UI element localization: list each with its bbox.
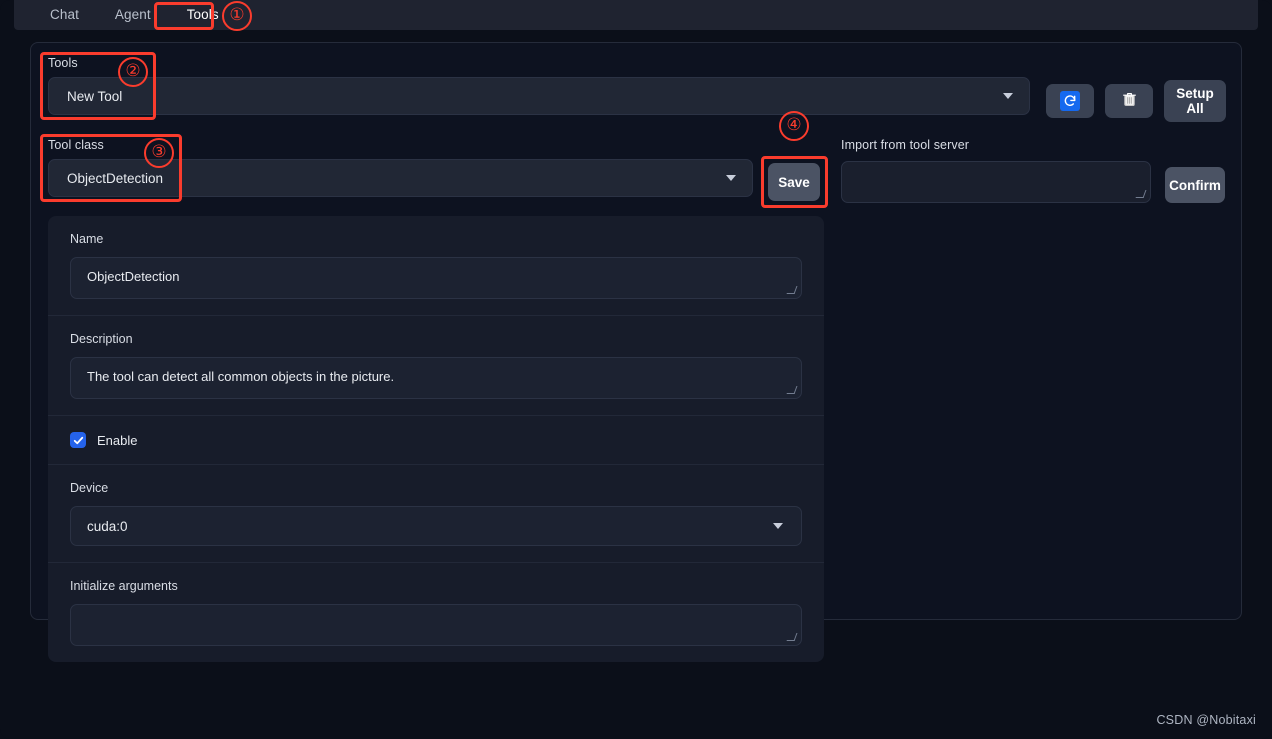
name-input[interactable]: ObjectDetection — [70, 257, 802, 299]
device-label: Device — [70, 481, 109, 495]
tab-agent[interactable]: Agent — [97, 2, 169, 28]
import-label: Import from tool server — [841, 138, 970, 152]
tab-tools[interactable]: Tools — [169, 2, 237, 28]
device-select[interactable]: cuda:0 — [70, 506, 802, 546]
enable-label: Enable — [97, 432, 138, 448]
resize-handle-icon[interactable] — [789, 387, 798, 396]
name-value: ObjectDetection — [87, 269, 180, 284]
init-args-label: Initialize arguments — [70, 579, 178, 593]
init-args-input[interactable] — [70, 604, 802, 646]
chevron-down-icon — [1003, 93, 1013, 99]
watermark: CSDN @Nobitaxi — [1156, 713, 1256, 727]
resize-handle-icon[interactable] — [1138, 191, 1147, 200]
tab-bar: Chat Agent Tools — [14, 0, 1258, 30]
device-value: cuda:0 — [87, 518, 128, 534]
setup-all-button[interactable]: Setup All — [1164, 80, 1226, 122]
trash-icon — [1122, 91, 1137, 112]
chevron-down-icon — [726, 175, 736, 181]
name-row: Name ObjectDetection — [48, 216, 824, 315]
tools-select-group: Tools New Tool — [48, 56, 1030, 115]
name-label: Name — [70, 232, 104, 246]
refresh-button[interactable] — [1046, 84, 1094, 118]
chevron-down-icon — [773, 523, 783, 529]
init-args-row: Initialize arguments — [48, 562, 824, 662]
tools-select[interactable]: New Tool — [48, 77, 1030, 115]
enable-checkbox[interactable] — [70, 432, 86, 448]
tool-config-form: Name ObjectDetection Description The too… — [48, 216, 824, 662]
tool-class-select-value: ObjectDetection — [67, 170, 164, 186]
setup-all-line1: Setup — [1176, 86, 1214, 101]
resize-handle-icon[interactable] — [789, 634, 798, 643]
tool-class-select[interactable]: ObjectDetection — [48, 159, 753, 197]
confirm-button[interactable]: Confirm — [1165, 167, 1225, 203]
import-input[interactable] — [841, 161, 1151, 203]
delete-button[interactable] — [1105, 84, 1153, 118]
description-value: The tool can detect all common objects i… — [87, 369, 395, 384]
description-label: Description — [70, 332, 133, 346]
tools-label: Tools — [48, 56, 78, 70]
tab-chat[interactable]: Chat — [32, 2, 97, 28]
import-tool-server-group: Import from tool server — [841, 138, 1151, 203]
tool-class-group: Tool class ObjectDetection — [48, 138, 753, 197]
device-row: Device cuda:0 — [48, 464, 824, 562]
app-window: Chat Agent Tools Tools New Tool Setup Al… — [0, 0, 1272, 739]
setup-all-line2: All — [1186, 101, 1204, 116]
save-button[interactable]: Save — [768, 163, 820, 201]
tool-class-label: Tool class — [48, 138, 104, 152]
enable-checkbox-group[interactable]: Enable — [70, 432, 802, 448]
tools-select-value: New Tool — [67, 88, 123, 104]
resize-handle-icon[interactable] — [789, 287, 798, 296]
refresh-icon — [1060, 91, 1080, 111]
description-input[interactable]: The tool can detect all common objects i… — [70, 357, 802, 399]
description-row: Description The tool can detect all comm… — [48, 315, 824, 415]
enable-row: Enable — [48, 415, 824, 464]
